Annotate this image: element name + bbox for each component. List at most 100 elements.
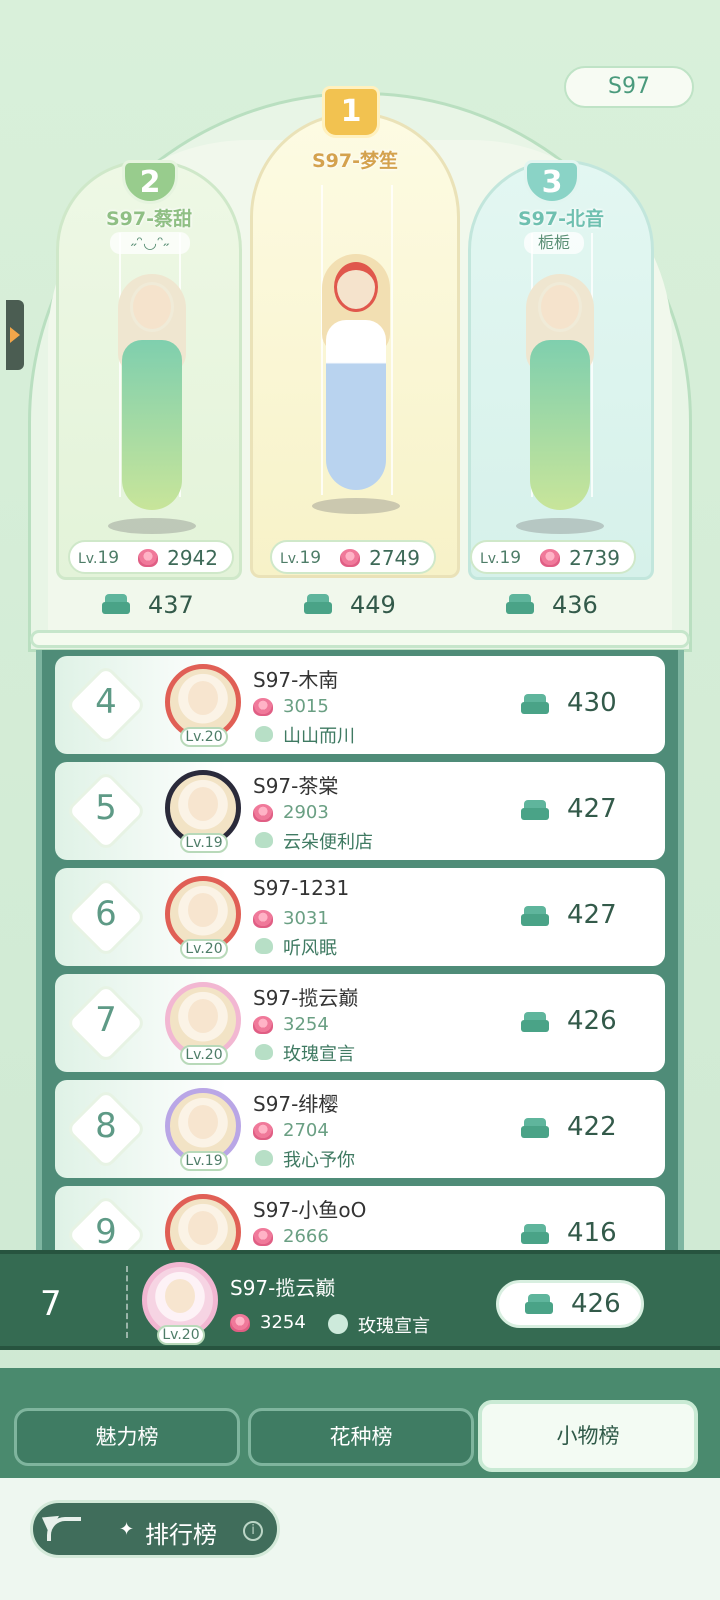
player-likes: 426 [521, 1006, 651, 1040]
leaf-shop-icon [328, 1314, 348, 1334]
tab-small-items[interactable]: 小物榜 [478, 1400, 698, 1472]
rank-number: 6 [95, 894, 117, 934]
level-tag: Lv.20 [180, 727, 228, 747]
player-likes: 430 [521, 688, 651, 722]
rose-icon [253, 1228, 273, 1246]
leaf-shop-icon [255, 832, 273, 848]
sofa-icon [521, 1224, 549, 1246]
leaf-shop-icon [255, 1044, 273, 1060]
player-name: S97-茶棠 [253, 774, 339, 798]
player-avatar[interactable]: Lv.19 [165, 770, 241, 853]
figure-shadow [312, 498, 400, 514]
tab-charm[interactable]: 魅力榜 [14, 1408, 240, 1466]
stat-pill-second: Lv.19 2942 [68, 540, 234, 574]
crown-icon: 1 [322, 86, 380, 138]
player-avatar-figure-first[interactable] [296, 250, 416, 520]
likes-first: 449 [304, 588, 404, 622]
avatar-face [165, 1279, 195, 1313]
player-name-first[interactable]: S97-梦笙 [250, 146, 460, 173]
tab-flower-seeds[interactable]: 花种榜 [248, 1408, 474, 1466]
player-name: S97-木南 [253, 668, 339, 692]
info-icon[interactable]: i [243, 1521, 263, 1541]
score-value: 2749 [369, 546, 420, 570]
player-avatar-figure-second[interactable] [92, 270, 212, 540]
avatar-face [188, 787, 218, 821]
back-button[interactable]: ✦ 排行榜 i [30, 1500, 280, 1558]
my-name: S97-揽云巅 [230, 1276, 336, 1300]
figure-shadow [108, 518, 196, 534]
stat-pill-first: Lv.19 2749 [270, 540, 436, 574]
my-shop: 玫瑰宣言 [328, 1312, 468, 1337]
figure-dress [530, 340, 590, 510]
figure-shadow [516, 518, 604, 534]
list-row[interactable]: 5 Lv.19 S97-茶棠 2903 云朵便利店 427 [55, 762, 665, 860]
avatar-face [188, 893, 218, 927]
sofa-icon [102, 594, 130, 616]
rose-icon [253, 910, 273, 928]
figure-dress [122, 340, 182, 510]
level-tag: Lv.19 [180, 1151, 228, 1171]
leaf-shop-icon [255, 726, 273, 742]
level-label: Lv.19 [280, 548, 322, 568]
rank-number: 5 [95, 788, 117, 828]
my-score: 3254 [230, 1312, 320, 1336]
player-avatar[interactable]: Lv.20 [165, 664, 241, 747]
figure-overalls [326, 320, 386, 490]
rank-number: 7 [95, 1000, 117, 1040]
divider [126, 1266, 128, 1338]
player-likes: 427 [521, 794, 651, 828]
rank-number: 9 [95, 1212, 117, 1252]
rose-icon [230, 1314, 250, 1332]
my-likes: 426 [496, 1280, 644, 1328]
player-avatar[interactable]: Lv.20 [165, 982, 241, 1065]
sparkle-icon: ✦ [119, 1519, 135, 1540]
level-tag: Lv.19 [180, 833, 228, 853]
sofa-icon [521, 800, 549, 822]
level-tag: Lv.20 [157, 1325, 205, 1345]
sofa-icon [521, 694, 549, 716]
level-label: Lv.19 [78, 548, 120, 568]
stat-pill-third: Lv.19 2739 [470, 540, 636, 574]
figure-head [538, 282, 582, 332]
level-label: Lv.19 [480, 548, 522, 568]
rose-icon [340, 549, 360, 567]
rank-number: 8 [95, 1106, 117, 1146]
avatar-face [188, 681, 218, 715]
rose-icon [253, 698, 273, 716]
figure-head [334, 262, 378, 312]
sofa-icon [521, 906, 549, 928]
sofa-icon [521, 1012, 549, 1034]
player-avatar-figure-third[interactable] [500, 270, 620, 540]
avatar-face [188, 1211, 218, 1245]
rose-icon [540, 549, 560, 567]
season-badge[interactable]: S97 [564, 66, 694, 108]
list-row[interactable]: 8 Lv.19 S97-绯樱 2704 我心予你 422 [55, 1080, 665, 1178]
figure-head [130, 282, 174, 332]
player-avatar[interactable]: Lv.19 [165, 1088, 241, 1171]
my-avatar[interactable]: Lv.20 [142, 1262, 218, 1345]
my-rank-bar[interactable]: 7 Lv.20 S97-揽云巅 3254 玫瑰宣言 426 [0, 1250, 720, 1350]
player-avatar[interactable]: Lv.20 [165, 876, 241, 959]
level-tag: Lv.20 [180, 1045, 228, 1065]
player-sub-second: ˶ᵔ◡ᵔ˶ [110, 232, 190, 254]
list-row[interactable]: 4 Lv.20 S97-木南 3015 山山而川 430 [55, 656, 665, 754]
rose-icon [253, 1016, 273, 1034]
player-name: S97-绯樱 [253, 1092, 339, 1116]
my-rank-number: 7 [40, 1284, 62, 1324]
score-value: 2942 [167, 546, 218, 570]
likes-third: 436 [506, 588, 606, 622]
rank-number: 4 [95, 682, 117, 722]
list-row[interactable]: 7 Lv.20 S97-揽云巅 3254 玫瑰宣言 426 [55, 974, 665, 1072]
player-likes: 416 [521, 1218, 651, 1252]
player-name-second[interactable]: S97-蔡甜 [56, 204, 242, 231]
player-likes: 422 [521, 1112, 651, 1146]
player-name-third[interactable]: S97-北音 [468, 204, 654, 231]
sofa-icon [506, 594, 534, 616]
side-expand-icon[interactable] [6, 300, 24, 370]
list-row[interactable]: 6 Lv.20 S97-1231 3031 听风眠 427 [55, 868, 665, 966]
likes-second: 437 [102, 588, 202, 622]
rose-icon [138, 549, 158, 567]
avatar-face [188, 1105, 218, 1139]
player-name: S97-揽云巅 [253, 986, 359, 1010]
avatar-face [188, 999, 218, 1033]
